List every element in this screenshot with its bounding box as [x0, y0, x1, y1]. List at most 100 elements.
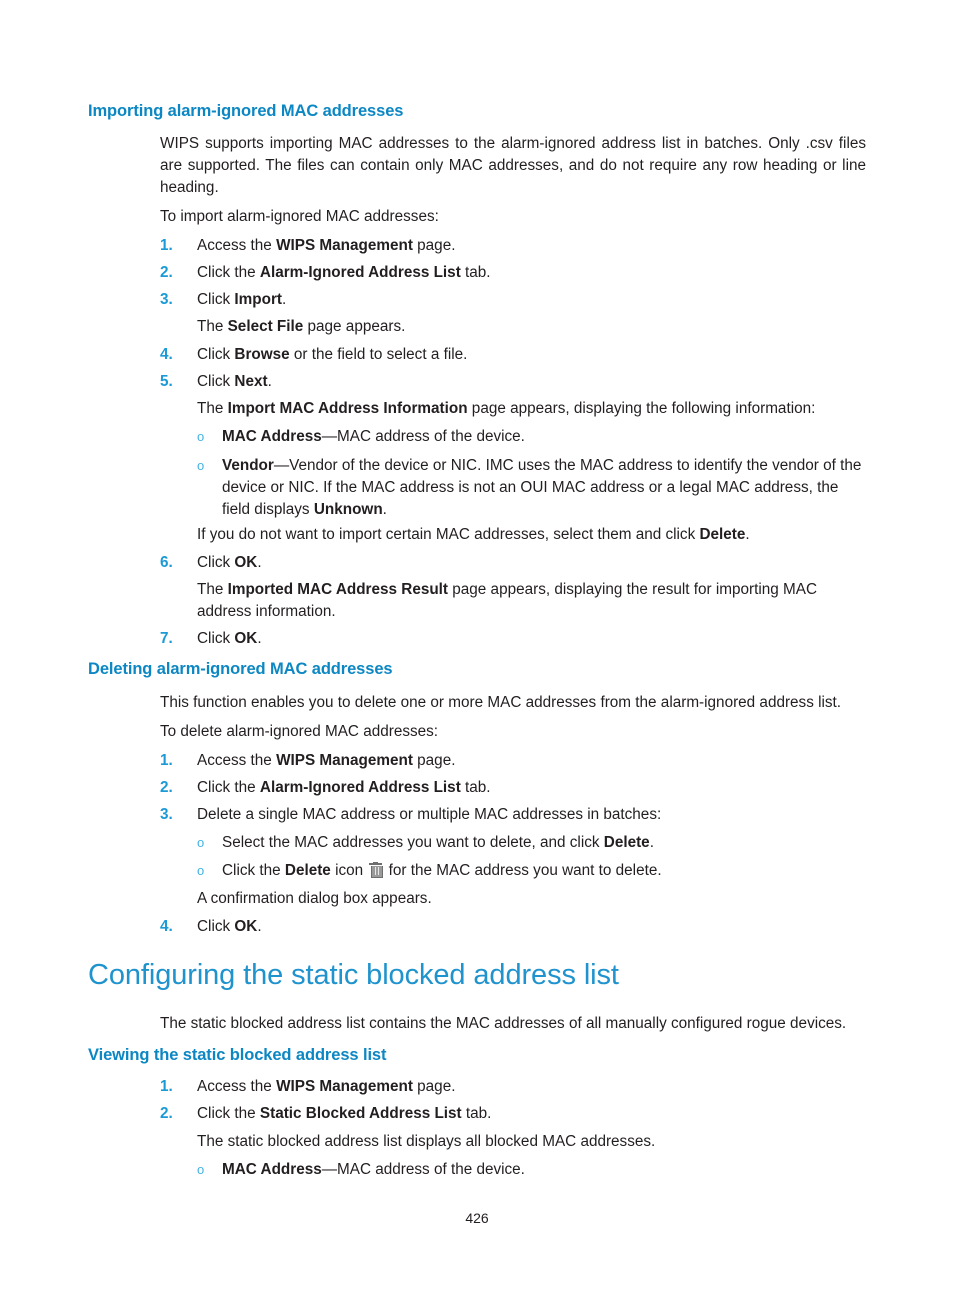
- step-text-bold: Alarm-Ignored Address List: [259, 264, 461, 281]
- paragraph-after-step-6: The Imported MAC Address Result page app…: [197, 579, 866, 623]
- sub-bullet-view-mac-address: o MAC Address—MAC address of the device.: [197, 1159, 866, 1181]
- paragraph-after-step-3: The Select File page appears.: [197, 316, 866, 338]
- list-item-text: Click OK.: [197, 628, 866, 650]
- text-bold: Delete: [284, 862, 331, 879]
- trash-icon: [369, 862, 383, 878]
- heading-viewing-static-blocked-address-list: Viewing the static blocked address list: [88, 1046, 387, 1064]
- list-item-delete-step-4: 4. Click OK.: [160, 916, 866, 938]
- text-mid: icon: [330, 862, 368, 879]
- circle-bullet-icon: o: [197, 863, 205, 878]
- term-bold: Vendor: [222, 457, 274, 474]
- step-text-bold: OK: [234, 630, 258, 647]
- step-text-post: tab.: [460, 779, 491, 796]
- step-text-bold: WIPS Management: [276, 1078, 413, 1095]
- step-text-pre: Click: [197, 554, 235, 571]
- list-marker: 6.: [160, 554, 173, 571]
- list-item-text: Click Import.: [197, 289, 866, 311]
- list-item-delete-step-3: 3. Delete a single MAC address or multip…: [160, 804, 866, 826]
- text-post: for the MAC address you want to delete.: [384, 862, 662, 879]
- circle-bullet-icon: o: [197, 429, 205, 444]
- text-pre: The: [197, 581, 228, 598]
- step-text-pre: Click the: [197, 779, 260, 796]
- paragraph-importing-lead-in: To import alarm-ignored MAC addresses:: [160, 208, 439, 225]
- step-text-bold: OK: [234, 918, 258, 935]
- step-text-post: tab.: [460, 264, 491, 281]
- list-item-import-step-7: 7. Click OK.: [160, 628, 866, 650]
- list-item-text: Click the Alarm-Ignored Address List tab…: [197, 777, 866, 799]
- text-pre: Click the: [222, 862, 285, 879]
- list-item-text: Click the Static Blocked Address List ta…: [197, 1103, 866, 1125]
- list-marker: 2.: [160, 264, 173, 281]
- step-text-bold: Static Blocked Address List: [259, 1105, 462, 1122]
- text-pre: The: [197, 400, 228, 417]
- step-text-post: .: [257, 918, 262, 935]
- trash-lid: [369, 863, 383, 865]
- list-item-text: Access the WIPS Management page.: [197, 1076, 866, 1098]
- step-text-bold: Import: [234, 291, 282, 308]
- step-text-pre: Access the: [197, 237, 277, 254]
- step-text-post: or the field to select a file.: [289, 346, 468, 363]
- list-item-text: Access the WIPS Management page.: [197, 235, 866, 257]
- circle-bullet-icon: o: [197, 458, 205, 473]
- heading-deleting-alarm-ignored-mac-addresses: Deleting alarm-ignored MAC addresses: [88, 660, 393, 678]
- page-title-configuring-static-blocked-address-list: Configuring the static blocked address l…: [88, 959, 619, 991]
- step-text-post: .: [257, 630, 262, 647]
- paragraph-after-step-5: The Import MAC Address Information page …: [197, 398, 866, 420]
- list-item-import-step-5: 5. Click Next.: [160, 371, 866, 393]
- list-item-text: Click OK.: [197, 916, 866, 938]
- sub-bullet-text: Vendor—Vendor of the device or NIC. IMC …: [222, 455, 866, 521]
- sub-bullet-click-delete-icon: o Click the Delete icon for the MAC addr…: [197, 860, 866, 882]
- list-marker: 4.: [160, 918, 173, 935]
- paragraph-confirmation-dialog: A confirmation dialog box appears.: [197, 890, 432, 907]
- text-post: page appears.: [303, 318, 406, 335]
- step-text-pre: Click the: [197, 1105, 260, 1122]
- step-text-bold: Alarm-Ignored Address List: [259, 779, 461, 796]
- list-marker: 4.: [160, 346, 173, 363]
- step-text-post: tab.: [461, 1105, 492, 1122]
- step-text-bold: Next: [234, 373, 268, 390]
- list-item-import-step-2: 2. Click the Alarm-Ignored Address List …: [160, 262, 866, 284]
- step-text-pre: Click: [197, 373, 235, 390]
- step-text-bold: WIPS Management: [276, 237, 413, 254]
- step-text-post: page.: [412, 752, 456, 769]
- text-post: .: [745, 526, 750, 543]
- page-number: 426: [465, 1210, 489, 1226]
- list-marker: 1.: [160, 752, 173, 769]
- list-item-import-step-3: 3. Click Import.: [160, 289, 866, 311]
- step-text-pre: Click: [197, 630, 235, 647]
- text-post: page appears, displaying the following i…: [467, 400, 816, 417]
- list-item-view-step-1: 1. Access the WIPS Management page.: [160, 1076, 866, 1098]
- paragraph-deleting-lead-in: To delete alarm-ignored MAC addresses:: [160, 723, 439, 740]
- paragraph-deleting-intro: This function enables you to delete one …: [160, 694, 842, 711]
- sub-bullet-text: Select the MAC addresses you want to del…: [222, 832, 866, 854]
- list-marker: 7.: [160, 630, 173, 647]
- list-item-text: Click Next.: [197, 371, 866, 393]
- step-text-post: .: [257, 554, 262, 571]
- sub-bullet-vendor: o Vendor—Vendor of the device or NIC. IM…: [197, 455, 866, 521]
- circle-bullet-icon: o: [197, 835, 205, 850]
- list-item-text: Click the Alarm-Ignored Address List tab…: [197, 262, 866, 284]
- paragraph-delete-note: If you do not want to import certain MAC…: [197, 524, 866, 546]
- list-item-text: Access the WIPS Management page.: [197, 750, 866, 772]
- list-marker: 3.: [160, 291, 173, 308]
- paragraph-importing-intro: WIPS supports importing MAC addresses to…: [160, 135, 866, 196]
- step-text-pre: Click: [197, 346, 235, 363]
- list-item-import-step-1: 1. Access the WIPS Management page.: [160, 235, 866, 257]
- step-text-post: .: [282, 291, 287, 308]
- step-text-pre: Click: [197, 918, 235, 935]
- text-bold: Select File: [227, 318, 304, 335]
- term-bold-secondary: Unknown: [313, 501, 383, 518]
- list-item-import-step-4: 4. Click Browse or the field to select a…: [160, 344, 866, 366]
- list-marker: 5.: [160, 373, 173, 390]
- text-bold: Delete: [603, 834, 650, 851]
- heading-importing-alarm-ignored-mac-addresses: Importing alarm-ignored MAC addresses: [88, 102, 404, 120]
- trash-body: [370, 866, 383, 878]
- step-text-pre: Click: [197, 291, 235, 308]
- list-marker: 1.: [160, 1078, 173, 1095]
- list-marker: 2.: [160, 1105, 173, 1122]
- text-pre: The: [197, 318, 228, 335]
- list-marker: 3.: [160, 806, 173, 823]
- term-definition: —MAC address of the device.: [321, 428, 525, 445]
- text-pre: If you do not want to import certain MAC…: [197, 526, 700, 543]
- text-bold: Delete: [699, 526, 746, 543]
